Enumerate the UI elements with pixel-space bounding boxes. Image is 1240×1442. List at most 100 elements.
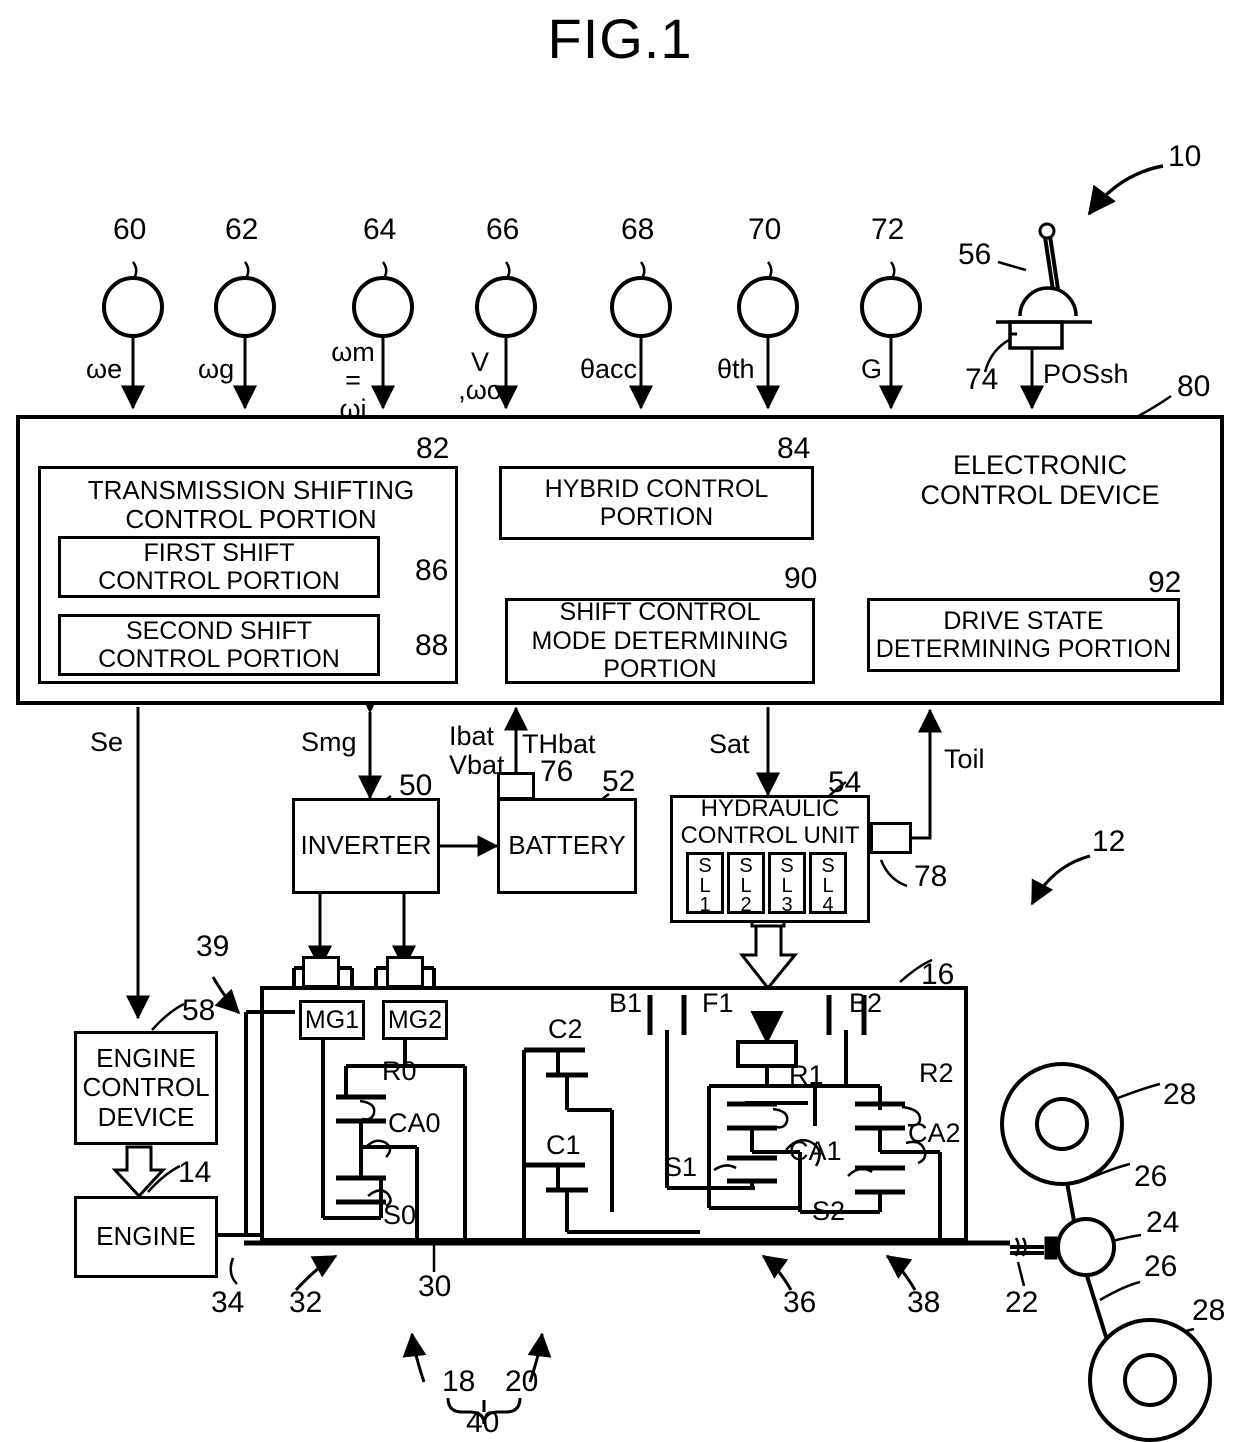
ref-70: 70	[748, 213, 782, 246]
ref-86: 86	[415, 554, 449, 587]
ref-50: 50	[399, 769, 433, 802]
ref-39: 39	[196, 930, 230, 963]
signal-label-sat: Sat	[709, 729, 750, 759]
sensor-circle-72	[860, 276, 922, 338]
signal-label-we: ωe	[86, 354, 123, 384]
ref-82: 82	[416, 432, 450, 465]
ref-92: 92	[1148, 566, 1182, 599]
ref-22: 22	[1005, 1286, 1039, 1319]
ref-64: 64	[363, 213, 397, 246]
ref-74: 74	[965, 363, 999, 396]
signal-label-smg: Smg	[301, 727, 357, 757]
mg1-connector	[302, 956, 340, 988]
signal-label-possh: POSsh	[1043, 359, 1129, 389]
ref-72: 72	[871, 213, 905, 246]
ref-26-lower: 26	[1144, 1250, 1178, 1283]
engine-control-device-label: ENGINE CONTROL DEVICE	[82, 1043, 210, 1132]
ref-62: 62	[225, 213, 259, 246]
signal-label-g: G	[861, 354, 883, 384]
sensor-circle-64	[352, 276, 414, 338]
differential-unit	[1056, 1217, 1116, 1277]
figure-title: FIG.1	[547, 7, 693, 70]
ref-40: 40	[466, 1406, 500, 1439]
mg2-connector	[386, 956, 424, 988]
ecu-title: ELECTRONIC CONTROL DEVICE	[920, 449, 1160, 510]
ref-18: 18	[442, 1365, 476, 1398]
oil-temperature-sensor	[870, 822, 912, 854]
ref-16: 16	[921, 958, 955, 991]
ref-80: 80	[1177, 370, 1211, 403]
gear-label-b2: B2	[849, 988, 883, 1018]
ref-78: 78	[914, 860, 948, 893]
gear-label-ca2: CA2	[908, 1118, 961, 1148]
sensor-circle-66	[475, 276, 537, 338]
signal-label-wm: ωm = ωi	[331, 337, 375, 424]
ref-12: 12	[1092, 825, 1126, 858]
ref-28-lower: 28	[1192, 1294, 1226, 1327]
battery-sensor	[497, 772, 535, 800]
wheel-lower-hub	[1123, 1353, 1177, 1407]
gear-label-ca0: CA0	[388, 1108, 441, 1138]
ref-76: 76	[540, 755, 574, 788]
signal-label-tth: θth	[717, 354, 755, 384]
sensor-circle-60	[102, 276, 164, 338]
gear-label-s1: S1	[664, 1152, 698, 1182]
solenoid-sl3[interactable]: S L 3	[768, 852, 806, 915]
sensor-circle-70	[737, 276, 799, 338]
ref-14: 14	[178, 1156, 212, 1189]
gear-label-r1: R1	[789, 1060, 824, 1090]
battery-label: BATTERY	[508, 830, 626, 861]
second-shift-control-portion[interactable]: SECOND SHIFT CONTROL PORTION	[58, 614, 380, 676]
first-shift-control-portion[interactable]: FIRST SHIFT CONTROL PORTION	[58, 536, 380, 598]
ref-34: 34	[211, 1286, 245, 1319]
ref-20: 20	[505, 1365, 539, 1398]
sensor-circle-62	[214, 276, 276, 338]
transmission-shifting-control-label: TRANSMISSION SHIFTING CONTROL PORTION	[87, 474, 415, 534]
solenoid-sl4[interactable]: S L 4	[809, 852, 847, 915]
signal-label-tacc: θacc	[580, 354, 638, 384]
gear-label-s2: S2	[812, 1196, 846, 1226]
ref-66: 66	[486, 213, 520, 246]
ref-28-upper: 28	[1163, 1078, 1197, 1111]
ref-10: 10	[1168, 140, 1202, 173]
ref-60: 60	[113, 213, 147, 246]
ref-90: 90	[784, 562, 818, 595]
drive-state-determining-portion[interactable]: DRIVE STATE DETERMINING PORTION	[867, 598, 1180, 672]
gear-label-ca1: CA1	[789, 1136, 842, 1166]
ref-52: 52	[602, 765, 636, 798]
ref-54: 54	[828, 766, 862, 799]
ref-56: 56	[958, 238, 992, 271]
gear-label-f1: F1	[702, 988, 734, 1018]
ref-58: 58	[182, 994, 216, 1027]
gear-label-c2: C2	[548, 1014, 583, 1044]
solenoid-sl1[interactable]: S L 1	[686, 852, 724, 915]
gear-label-s0: S0	[383, 1200, 417, 1230]
ref-84: 84	[777, 432, 811, 465]
motor-generator-mg1[interactable]: MG1	[299, 1000, 365, 1040]
ref-30: 30	[418, 1270, 452, 1303]
gear-label-b1: B1	[609, 988, 643, 1018]
signal-label-ibat: Ibat	[449, 721, 495, 751]
ref-32: 32	[289, 1286, 323, 1319]
shift-control-mode-determining-portion[interactable]: SHIFT CONTROL MODE DETERMINING PORTION	[505, 598, 815, 684]
inverter-label: INVERTER	[300, 830, 432, 861]
hydraulic-control-unit-label: HYDRAULIC CONTROL UNIT	[680, 795, 860, 849]
signal-label-v: V ,ωo	[458, 347, 502, 406]
gear-label-r0: R0	[382, 1056, 417, 1086]
ref-24: 24	[1146, 1206, 1180, 1239]
motor-generator-mg2[interactable]: MG2	[382, 1000, 448, 1040]
engine-label: ENGINE	[96, 1221, 196, 1252]
ref-36: 36	[783, 1286, 817, 1319]
gear-label-c1: C1	[546, 1130, 581, 1160]
wheel-upper-hub	[1035, 1097, 1089, 1151]
signal-label-toil: Toil	[944, 744, 985, 774]
hybrid-control-portion[interactable]: HYBRID CONTROL PORTION	[499, 466, 814, 540]
solenoid-sl2[interactable]: S L 2	[727, 852, 765, 915]
signal-label-wg: ωg	[198, 354, 235, 384]
ref-38: 38	[907, 1286, 941, 1319]
ref-68: 68	[621, 213, 655, 246]
ref-26-upper: 26	[1134, 1160, 1168, 1193]
gear-label-r2: R2	[919, 1058, 954, 1088]
signal-label-se: Se	[90, 727, 124, 757]
ref-88: 88	[415, 629, 449, 662]
